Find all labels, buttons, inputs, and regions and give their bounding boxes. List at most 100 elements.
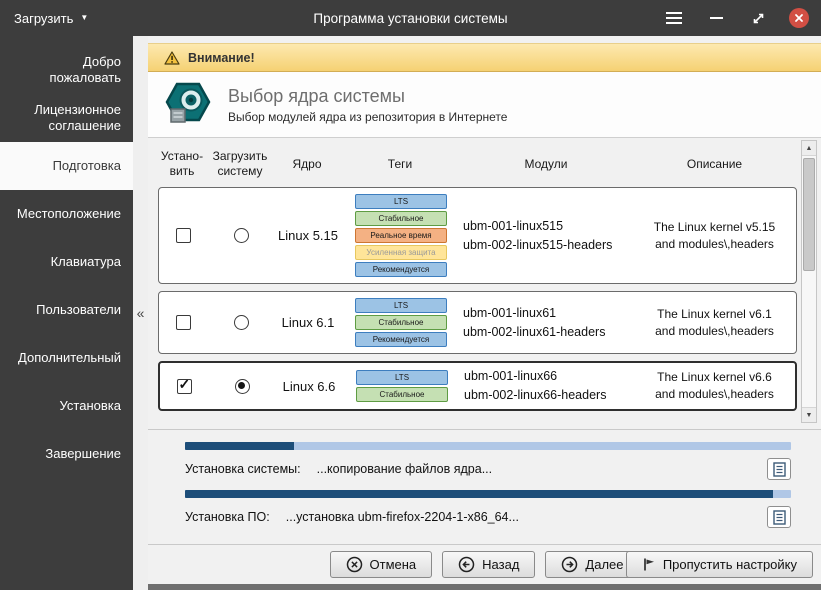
hamburger-menu-button[interactable] <box>663 7 685 29</box>
kernel-name: Linux 5.15 <box>275 228 341 243</box>
hamburger-icon <box>666 12 682 24</box>
row-description: The Linux kernel v5.15 and modules\,head… <box>633 219 796 253</box>
tag-stable: Стабильное <box>355 211 447 226</box>
scroll-down-button[interactable]: ▼ <box>802 407 816 422</box>
footer: Отмена Назад Далее <box>148 544 821 584</box>
sidebar-item-location[interactable]: Местоположение <box>0 190 133 238</box>
sidebar-item-keyboard[interactable]: Клавиатура <box>0 238 133 286</box>
download-menu-label: Загрузить <box>14 11 73 26</box>
system-progress-label: Установка системы: <box>185 462 301 476</box>
scrollbar-track[interactable] <box>802 156 816 407</box>
scroll-up-button[interactable]: ▲ <box>802 141 816 156</box>
main-content: Внимание! Выбор ядра системы Выбор модул… <box>148 36 821 590</box>
window-resize-edge <box>148 584 821 590</box>
modules-list: ubm-001-linux515 ubm-002-linux515-header… <box>461 217 633 255</box>
installer-window: Загрузить ▼ Программа установки системы <box>0 0 821 590</box>
log-icon <box>773 462 786 477</box>
kernel-table: Устано- вить Загрузить систему Ядро Теги… <box>148 138 821 429</box>
boot-radio[interactable] <box>235 379 250 394</box>
boot-radio[interactable] <box>234 315 249 330</box>
system-log-button[interactable] <box>767 458 791 480</box>
tag-hardened: Усиленная защита <box>355 245 447 260</box>
tags-cell: LTS Стабильное Рекомендуется <box>341 296 461 349</box>
page-title: Выбор ядра системы <box>228 86 507 107</box>
install-checkbox[interactable] <box>176 228 191 243</box>
cancel-icon <box>346 556 363 573</box>
log-icon <box>773 510 786 525</box>
cancel-button[interactable]: Отмена <box>330 551 433 578</box>
maximize-button[interactable] <box>747 7 769 29</box>
tag-stable: Стабильное <box>356 387 448 402</box>
tag-realtime: Реальное время <box>355 228 447 243</box>
tag-lts: LTS <box>355 298 447 313</box>
scrollbar-thumb[interactable] <box>803 158 815 271</box>
maximize-icon <box>751 11 766 26</box>
kernel-name: Linux 6.1 <box>275 315 341 330</box>
system-progress-bar <box>185 442 791 450</box>
sidebar-item-welcome[interactable]: Добро пожаловать <box>0 46 133 94</box>
sidebar-item-preparation[interactable]: Подготовка <box>0 142 133 190</box>
minimize-icon <box>710 17 723 19</box>
system-progress-line: Установка системы: ...копирование файлов… <box>185 458 791 480</box>
system-progress-status: ...копирование файлов ядра... <box>317 462 493 476</box>
kernel-row-linux-66[interactable]: Linux 6.6 LTS Стабильное ubm-001-linux66… <box>158 361 797 411</box>
sidebar-item-additional[interactable]: Дополнительный <box>0 334 133 382</box>
install-checkbox[interactable] <box>177 379 192 394</box>
kernel-table-header: Устано- вить Загрузить систему Ядро Теги… <box>158 140 797 187</box>
page-subtitle: Выбор модулей ядра из репозитория в Инте… <box>228 110 507 124</box>
sidebar: Добро пожаловать Лицензионное соглашение… <box>0 36 133 590</box>
progress-section: Установка системы: ...копирование файлов… <box>148 429 821 544</box>
tag-stable: Стабильное <box>355 315 447 330</box>
sidebar-collapse-handle[interactable]: « <box>133 36 148 590</box>
close-button[interactable] <box>789 8 809 28</box>
next-label: Далее <box>585 557 623 572</box>
column-header-boot: Загрузить систему <box>206 149 274 179</box>
sidebar-item-license[interactable]: Лицензионное соглашение <box>0 94 133 142</box>
install-checkbox[interactable] <box>176 315 191 330</box>
back-button[interactable]: Назад <box>442 551 535 578</box>
cancel-label: Отмена <box>370 557 417 572</box>
software-progress-label: Установка ПО: <box>185 510 270 524</box>
tag-recommended: Рекомендуется <box>355 332 447 347</box>
modules-list: ubm-001-linux66 ubm-002-linux66-headers <box>462 367 634 405</box>
boot-radio[interactable] <box>234 228 249 243</box>
tag-lts: LTS <box>355 194 447 209</box>
kernel-row-linux-61[interactable]: Linux 6.1 LTS Стабильное Рекомендуется u… <box>158 291 797 354</box>
window-body: Добро пожаловать Лицензионное соглашение… <box>0 36 821 590</box>
next-icon <box>561 556 578 573</box>
back-icon <box>458 556 475 573</box>
sidebar-item-finish[interactable]: Завершение <box>0 430 133 478</box>
table-scrollbar[interactable]: ▲ ▼ <box>801 140 817 423</box>
minimize-button[interactable] <box>705 7 727 29</box>
column-header-install: Устано- вить <box>158 149 206 179</box>
sidebar-item-installation[interactable]: Установка <box>0 382 133 430</box>
skip-label: Пропустить настройку <box>663 557 797 572</box>
software-progress-fill <box>185 490 773 498</box>
tags-cell: LTS Стабильное <box>342 368 462 404</box>
download-menu-button[interactable]: Загрузить ▼ <box>0 0 102 36</box>
modules-list: ubm-001-linux61 ubm-002-linux61-headers <box>461 304 633 342</box>
sidebar-item-users[interactable]: Пользователи <box>0 286 133 334</box>
warning-icon <box>164 51 180 65</box>
column-header-description: Описание <box>632 157 797 172</box>
tag-lts: LTS <box>356 370 448 385</box>
caret-down-icon: ▼ <box>80 14 88 22</box>
collapse-chevron-icon: « <box>137 305 145 321</box>
back-label: Назад <box>482 557 519 572</box>
column-header-kernel: Ядро <box>274 157 340 172</box>
kernel-row-linux-515[interactable]: Linux 5.15 LTS Стабильное Реальное время… <box>158 187 797 284</box>
titlebar: Загрузить ▼ Программа установки системы <box>0 0 821 36</box>
wizard-buttons: Отмена Назад Далее <box>330 551 640 578</box>
skip-setup-button[interactable]: Пропустить настройку <box>626 551 813 578</box>
arrow-up-icon: ▲ <box>806 145 813 152</box>
warning-banner: Внимание! <box>148 43 821 72</box>
kernel-table-body: Устано- вить Загрузить систему Ядро Теги… <box>158 140 797 423</box>
software-progress-status: ...установка ubm-firefox-2204-1-x86_64..… <box>286 510 519 524</box>
software-log-button[interactable] <box>767 506 791 528</box>
column-header-tags: Теги <box>340 157 460 172</box>
flag-icon <box>642 557 656 572</box>
software-progress-bar <box>185 490 791 498</box>
close-icon <box>794 13 804 23</box>
page-header-text: Выбор ядра системы Выбор модулей ядра из… <box>228 86 507 124</box>
system-progress-fill <box>185 442 294 450</box>
